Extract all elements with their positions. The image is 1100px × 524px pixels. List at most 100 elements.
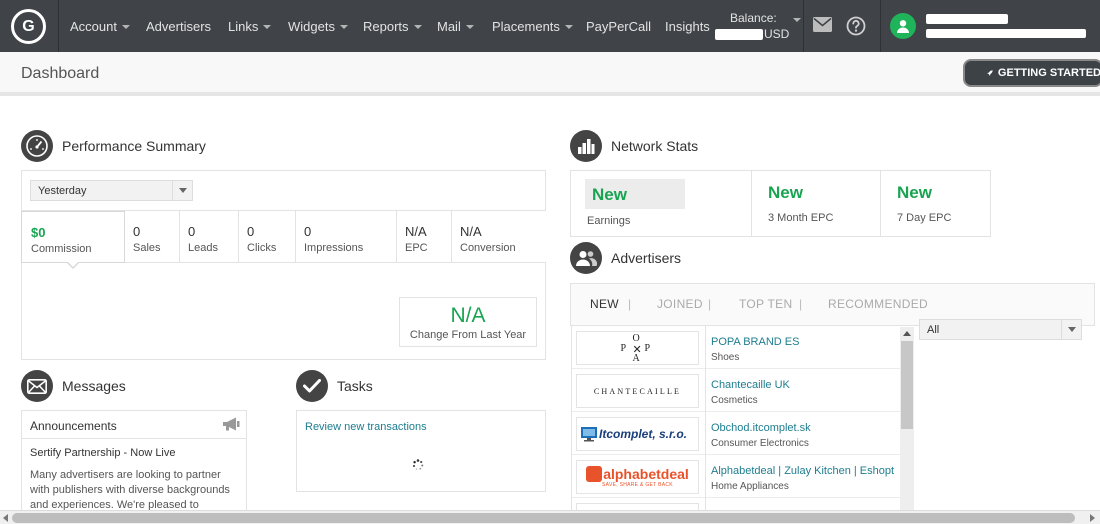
metric-value: 0 (133, 224, 141, 239)
advertiser-row[interactable]: O P ✕ P A POPA BRAND ES Shoes (572, 326, 902, 369)
scrollbar-thumb[interactable] (901, 341, 913, 429)
checkmark-icon (296, 370, 328, 402)
advertiser-filter-select[interactable]: All (919, 319, 1082, 340)
metrics-row: $0 Commission 0 Sales 0 Leads 0 Clicks 0… (21, 210, 546, 263)
metric-value: 0 (188, 224, 196, 239)
metric-impressions[interactable]: 0 Impressions (295, 211, 397, 263)
stat-label: 7 Day EPC (897, 212, 952, 224)
nav-divider (880, 0, 881, 52)
advertiser-category: Consumer Electronics (711, 438, 809, 449)
period-select[interactable]: Yesterday (30, 180, 193, 201)
advertiser-name[interactable]: Obchod.itcomplet.sk (711, 422, 811, 434)
metric-label: Commission (31, 243, 92, 255)
row-divider (705, 326, 706, 369)
advertisers-title: Advertisers (611, 250, 682, 266)
nav-item-placements[interactable]: Placements (492, 19, 573, 34)
page-horizontal-scrollbar[interactable] (0, 510, 1100, 524)
advertiser-row[interactable]: alphabetdeal SAVE, SHARE & GET BACK Alph… (572, 455, 902, 498)
advertiser-row[interactable]: Itcomplet, s.r.o. Obchod.itcomplet.sk Co… (572, 412, 902, 455)
advertiser-list-scrollbar[interactable] (900, 327, 914, 512)
stat-label: 3 Month EPC (768, 212, 834, 224)
change-value: N/A (450, 304, 486, 327)
change-label: Change From Last Year (409, 329, 527, 341)
announcement-headline[interactable]: Sertify Partnership - Now Live (30, 447, 176, 459)
alphabetdeal-logo: alphabetdeal (586, 466, 689, 482)
stat-7-day-epc: New 7 Day EPC (881, 171, 991, 237)
tab-joined[interactable]: JOINED (657, 297, 703, 311)
metric-label: Clicks (247, 242, 277, 254)
metric-commission[interactable]: $0 Commission (21, 211, 125, 263)
scroll-right-arrow[interactable] (1090, 514, 1095, 522)
tab-divider: | (628, 297, 632, 311)
row-divider (705, 455, 706, 498)
help-icon[interactable] (846, 16, 866, 41)
nav-item-paypercall[interactable]: PayPerCall (586, 19, 651, 34)
advertiser-name[interactable]: Chantecaille UK (711, 379, 790, 391)
chevron-down-icon (793, 18, 801, 22)
popa-logo: O P ✕ P A (620, 333, 651, 364)
performance-summary-title: Performance Summary (62, 138, 206, 154)
logo-text: G (22, 17, 35, 35)
user-avatar[interactable] (890, 13, 916, 39)
metric-clicks[interactable]: 0 Clicks (238, 211, 296, 263)
chevron-down-icon (121, 25, 130, 29)
metric-label: Sales (133, 242, 161, 254)
advertiser-logo: alphabetdeal SAVE, SHARE & GET BACK (576, 460, 699, 494)
advertiser-name[interactable]: POPA BRAND ES (711, 336, 799, 348)
nav-item-widgets[interactable]: Widgets (288, 19, 348, 34)
advertiser-logo: Itcomplet, s.r.o. (576, 417, 699, 451)
stat-value: New (768, 183, 803, 202)
envelope-icon (21, 370, 53, 402)
metric-conversion[interactable]: N/A Conversion (451, 211, 546, 263)
tab-new[interactable]: NEW (590, 297, 619, 311)
stat-value: New (592, 185, 627, 204)
tab-top-ten[interactable]: TOP TEN (739, 297, 792, 311)
bar-chart-icon (570, 130, 602, 162)
scroll-left-arrow[interactable] (3, 514, 8, 522)
mail-icon[interactable] (813, 17, 832, 37)
speedometer-icon (21, 130, 53, 162)
advertiser-category: Home Appliances (711, 481, 789, 492)
period-select-value: Yesterday (38, 185, 87, 197)
metric-leads[interactable]: 0 Leads (179, 211, 239, 263)
nav-item-mail[interactable]: Mail (437, 19, 474, 34)
itcomplet-logo: Itcomplet, s.r.o. (599, 427, 688, 441)
chevron-down-icon (172, 181, 192, 200)
advertiser-row[interactable]: CHANTECAILLE Chantecaille UK Cosmetics (572, 369, 902, 412)
stat-value-highlight: New (585, 179, 685, 209)
account-email-redacted (926, 29, 1086, 38)
logo[interactable]: G (11, 9, 46, 44)
username-redacted (926, 14, 1008, 24)
nav-divider (58, 0, 59, 52)
tasks-title: Tasks (337, 378, 373, 394)
metric-label: Impressions (304, 242, 364, 254)
getting-started-button[interactable]: GETTING STARTED (963, 59, 1100, 87)
nav-item-label: Reports (363, 19, 409, 34)
nav-item-reports[interactable]: Reports (363, 19, 422, 34)
stat-label: Earnings (587, 215, 631, 227)
metric-label: Conversion (460, 242, 516, 254)
nav-item-label: Placements (492, 19, 560, 34)
nav-item-label: Links (228, 19, 259, 34)
nav-item-label: Insights (665, 19, 710, 34)
balance-value-redacted (715, 29, 763, 40)
nav-item-advertisers[interactable]: Advertisers (146, 19, 211, 34)
monitor-icon (581, 427, 597, 442)
metric-sales[interactable]: 0 Sales (124, 211, 180, 263)
task-link[interactable]: Review new transactions (305, 421, 427, 433)
loading-spinner-icon (413, 459, 424, 470)
advertiser-category: Shoes (711, 352, 740, 363)
nav-item-links[interactable]: Links (228, 19, 272, 34)
advertiser-name[interactable]: Alphabetdeal | Zulay Kitchen | Eshopt (711, 465, 894, 477)
messages-panel: Announcements Sertify Partnership - Now … (21, 410, 247, 514)
nav-item-insights[interactable]: Insights (665, 19, 710, 34)
scroll-up-arrow[interactable] (903, 331, 911, 336)
metric-label: Leads (188, 242, 218, 254)
metric-epc[interactable]: N/A EPC (396, 211, 452, 263)
announcement-line: with publishers with diverse backgrounds (30, 484, 230, 496)
page-title: Dashboard (21, 65, 100, 82)
scrollbar-thumb[interactable] (12, 513, 1075, 523)
tab-recommended[interactable]: RECOMMENDED (828, 297, 928, 311)
nav-item-label: Account (70, 19, 117, 34)
nav-item-account[interactable]: Account (70, 19, 130, 34)
